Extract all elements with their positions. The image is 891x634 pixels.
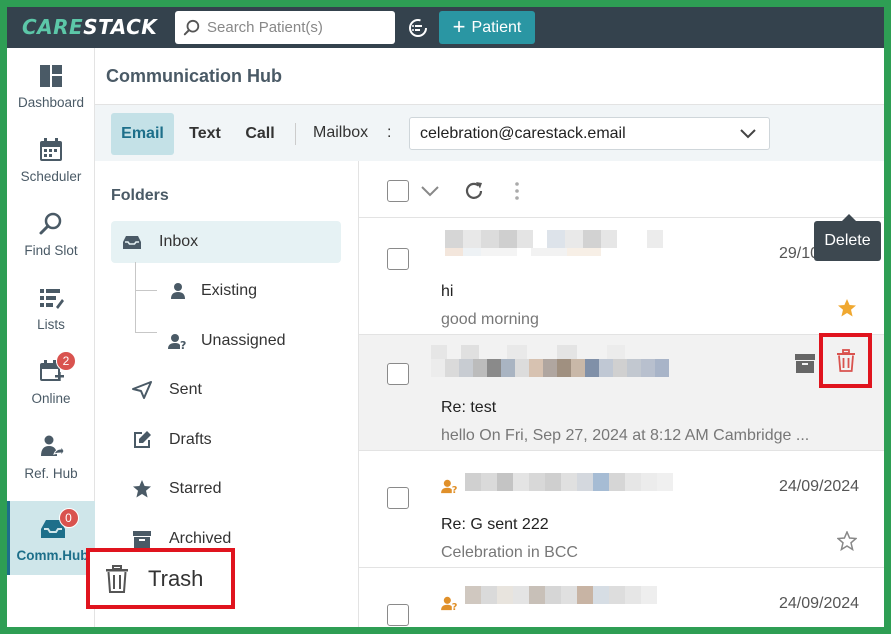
chevron-down-icon [740, 129, 756, 139]
unknown-person-icon: ? [441, 479, 458, 494]
email-checkbox[interactable] [387, 248, 409, 270]
chevron-down-icon[interactable] [420, 184, 440, 198]
unknown-person-icon: ? [168, 334, 186, 350]
svg-text:?: ? [452, 602, 458, 611]
dashboard-icon [40, 64, 62, 87]
archive-icon [133, 531, 151, 548]
carestack-logo[interactable]: CARESTACK [22, 15, 157, 39]
online-badge: 2 [56, 350, 76, 371]
nav-find-slot[interactable]: Find Slot [7, 196, 95, 270]
trash-icon [106, 564, 128, 593]
search-icon [183, 19, 200, 35]
tab-call[interactable]: Call [243, 113, 277, 155]
tab-text[interactable]: Text [185, 113, 225, 155]
star-filled-icon[interactable] [837, 298, 857, 318]
select-all-checkbox[interactable] [387, 180, 409, 202]
tab-email[interactable]: Email [111, 113, 174, 155]
mailbox-colon: : [387, 124, 392, 141]
archive-icon[interactable] [794, 352, 816, 374]
sender-redacted [445, 230, 663, 248]
person-icon [171, 283, 185, 299]
sender-redacted [445, 248, 601, 256]
nav-comm-hub[interactable]: 0 Comm.Hub [7, 501, 95, 575]
nav-lists[interactable]: Lists [7, 270, 95, 344]
nav-online[interactable]: 2 Online [7, 344, 95, 418]
divider [295, 123, 296, 145]
calendar-icon [40, 137, 62, 161]
email-checkbox[interactable] [387, 604, 409, 626]
list-icon [40, 288, 64, 309]
quick-actions-icon[interactable] [407, 17, 429, 44]
star-icon [133, 480, 151, 498]
search-icon [39, 212, 62, 234]
tree-line [135, 332, 157, 333]
email-row[interactable]: ? 24/09/2024 [359, 568, 884, 627]
unknown-person-icon: ? [441, 596, 458, 611]
folder-existing[interactable]: Existing [167, 270, 337, 312]
mailbox-select[interactable]: celebration@carestack.email [409, 117, 770, 150]
sender-redacted [431, 359, 669, 377]
folder-unassigned[interactable]: ? Unassigned [167, 320, 337, 362]
email-row[interactable]: Re: test hello On Fri, Sep 27, 2024 at 8… [359, 333, 884, 451]
star-outline-icon[interactable] [837, 531, 857, 551]
sender-redacted [465, 473, 673, 491]
more-vertical-icon[interactable] [513, 180, 521, 202]
folder-starred[interactable]: Starred [131, 468, 331, 510]
app-window: CARESTACK + Patient Dashboa [7, 7, 884, 627]
folder-trash[interactable]: Trash [86, 548, 235, 609]
delete-button[interactable] [819, 333, 872, 388]
mailbox-label: Mailbox [313, 124, 369, 141]
sender-redacted [465, 586, 657, 604]
plus-icon: + [452, 13, 466, 39]
patient-search[interactable] [175, 11, 395, 44]
send-icon [132, 381, 152, 399]
search-input[interactable] [207, 19, 387, 36]
page-title: Communication Hub [106, 66, 282, 86]
email-checkbox[interactable] [387, 487, 409, 509]
nav-scheduler[interactable]: Scheduler [7, 122, 95, 196]
svg-text:?: ? [452, 485, 458, 494]
delete-tooltip: Delete [814, 214, 881, 261]
email-checkbox[interactable] [387, 363, 409, 385]
nav-ref-hub[interactable]: Ref. Hub [7, 419, 95, 493]
top-bar: CARESTACK + Patient [7, 7, 884, 48]
email-list: 29/10/2024 hi good morning Re: test hell… [359, 161, 884, 627]
nav-dashboard[interactable]: Dashboard [7, 48, 95, 122]
comm-hub-badge: 0 [58, 507, 79, 528]
list-toolbar [359, 161, 884, 218]
email-row[interactable]: ? 24/09/2024 Re: G sent 222 Celebration … [359, 451, 884, 568]
tree-line [135, 290, 157, 291]
add-patient-button[interactable]: + Patient [439, 11, 535, 44]
trash-icon [836, 348, 855, 372]
email-row[interactable]: 29/10/2024 hi good morning [359, 218, 884, 335]
folder-drafts[interactable]: Drafts [131, 419, 331, 461]
svg-text:?: ? [180, 339, 186, 350]
edit-icon [134, 431, 151, 448]
refresh-icon[interactable] [463, 180, 485, 202]
left-navigation: Dashboard Scheduler Find Slot Lists 2 On… [7, 48, 95, 627]
mailbox-value: celebration@carestack.email [420, 124, 626, 142]
folders-title: Folders [111, 187, 169, 204]
folder-inbox[interactable]: Inbox [111, 221, 341, 263]
inbox-icon [123, 236, 141, 249]
person-share-icon [41, 435, 64, 458]
folder-sent[interactable]: Sent [131, 369, 331, 411]
channel-tabs: Email Text Call Mailbox : celebration@ca… [95, 105, 884, 161]
tree-line [135, 262, 136, 332]
